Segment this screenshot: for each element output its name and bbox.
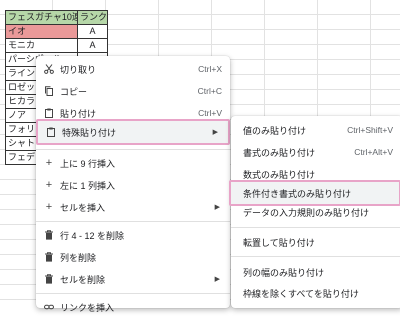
menu-item-label: 上に 9 行挿入: [60, 158, 116, 169]
trash-icon: [44, 252, 54, 262]
rank-cell[interactable]: A: [77, 24, 108, 39]
table-row: モニカ A: [5, 38, 108, 53]
clipboard-icon: [46, 127, 56, 137]
menu-item-insert-cells[interactable]: + セルを挿入 ▶: [36, 196, 230, 218]
shortcut-text: Ctrl+V: [198, 108, 222, 118]
menu-item-label: 貼り付け: [60, 108, 97, 119]
menu-item-insert-rows-above[interactable]: + 上に 9 行挿入: [36, 152, 230, 174]
menu-item-label: 書式のみ貼り付け: [243, 147, 316, 158]
shortcut-text: Ctrl+Alt+V: [354, 147, 393, 157]
submenu-arrow-icon: ▶: [214, 276, 220, 283]
menu-item-paste-data-validation-only[interactable]: データの入力規則のみ貼り付け: [231, 201, 400, 223]
clipboard-icon: [44, 108, 54, 118]
shortcut-text: Ctrl+X: [198, 64, 222, 74]
menu-divider: [36, 293, 230, 294]
header-row: フェスガチャ10連 ランク: [5, 10, 108, 25]
menu-item-label: リンクを挿入: [60, 302, 115, 313]
menu-divider: [231, 227, 400, 228]
menu-item-label: 行 4 - 12 を削除: [60, 230, 125, 241]
menu-item-label: データの入力規則のみ貼り付け: [243, 207, 370, 218]
menu-item-paste-values-only[interactable]: 値のみ貼り付け Ctrl+Shift+V: [231, 119, 400, 141]
menu-item-label: セルを挿入: [60, 202, 106, 213]
menu-divider: [36, 149, 230, 150]
menu-item-label: セルを削除: [60, 274, 106, 285]
menu-item-paste-format-only[interactable]: 書式のみ貼り付け Ctrl+Alt+V: [231, 141, 400, 163]
table-row: イオ A: [5, 24, 108, 39]
plus-icon: +: [45, 201, 53, 213]
menu-item-paste-all-except-borders[interactable]: 枠線を除くすべてを貼り付け: [231, 282, 400, 304]
menu-item-label: 条件付き書式のみ貼り付け: [243, 188, 352, 199]
rank-cell[interactable]: A: [77, 38, 108, 53]
menu-item-label: コピー: [60, 86, 88, 97]
menu-item-label: 値のみ貼り付け: [243, 125, 307, 136]
plus-icon: +: [45, 157, 53, 169]
shortcut-text: Ctrl+C: [197, 86, 222, 96]
menu-item-label: 切り取り: [60, 64, 97, 75]
menu-item-label: 数式のみ貼り付け: [243, 169, 316, 180]
menu-item-cut[interactable]: 切り取り Ctrl+X: [36, 58, 230, 80]
plus-icon: +: [45, 179, 53, 191]
menu-item-paste-column-width-only[interactable]: 列の幅のみ貼り付け: [231, 261, 400, 283]
name-cell[interactable]: モニカ: [5, 38, 78, 53]
menu-item-paste-transpose[interactable]: 転置して貼り付け: [231, 231, 400, 253]
menu-item-insert-col-left[interactable]: + 左に 1 列挿入: [36, 174, 230, 196]
shortcut-text: Ctrl+Shift+V: [347, 125, 393, 135]
menu-item-label: 特殊貼り付け: [62, 127, 117, 138]
menu-item-delete-rows[interactable]: 行 4 - 12 を削除: [36, 224, 230, 246]
menu-item-label: 左に 1 列挿入: [60, 180, 116, 191]
menu-item-label: 列を削除: [60, 252, 97, 263]
menu-item-label: 枠線を除くすべてを貼り付け: [243, 288, 359, 299]
paste-special-submenu: 値のみ貼り付け Ctrl+Shift+V 書式のみ貼り付け Ctrl+Alt+V…: [229, 116, 400, 308]
submenu-arrow-icon: ▶: [212, 129, 218, 136]
context-menu: 切り取り Ctrl+X コピー Ctrl+C 貼り付け Ctrl+V 特殊貼り付…: [36, 56, 230, 313]
menu-divider: [36, 221, 230, 222]
menu-item-insert-link[interactable]: リンクを挿入: [36, 296, 230, 318]
header-cell-name[interactable]: フェスガチャ10連: [5, 10, 78, 25]
scissors-icon: [44, 64, 54, 74]
trash-icon: [44, 230, 54, 240]
menu-item-paste-special[interactable]: 特殊貼り付け ▶: [36, 119, 230, 145]
menu-item-copy[interactable]: コピー Ctrl+C: [36, 80, 230, 102]
menu-item-label: 列の幅のみ貼り付け: [243, 267, 325, 278]
header-cell-rank[interactable]: ランク: [77, 10, 108, 25]
name-cell[interactable]: イオ: [5, 24, 78, 39]
menu-item-delete-col[interactable]: 列を削除: [36, 246, 230, 268]
trash-icon: [44, 274, 54, 284]
submenu-arrow-icon: ▶: [214, 204, 220, 211]
menu-item-delete-cells[interactable]: セルを削除 ▶: [36, 268, 230, 290]
menu-item-label: 転置して貼り付け: [243, 237, 315, 248]
link-icon: [44, 302, 54, 312]
copy-icon: [44, 86, 54, 96]
menu-divider: [231, 256, 400, 257]
